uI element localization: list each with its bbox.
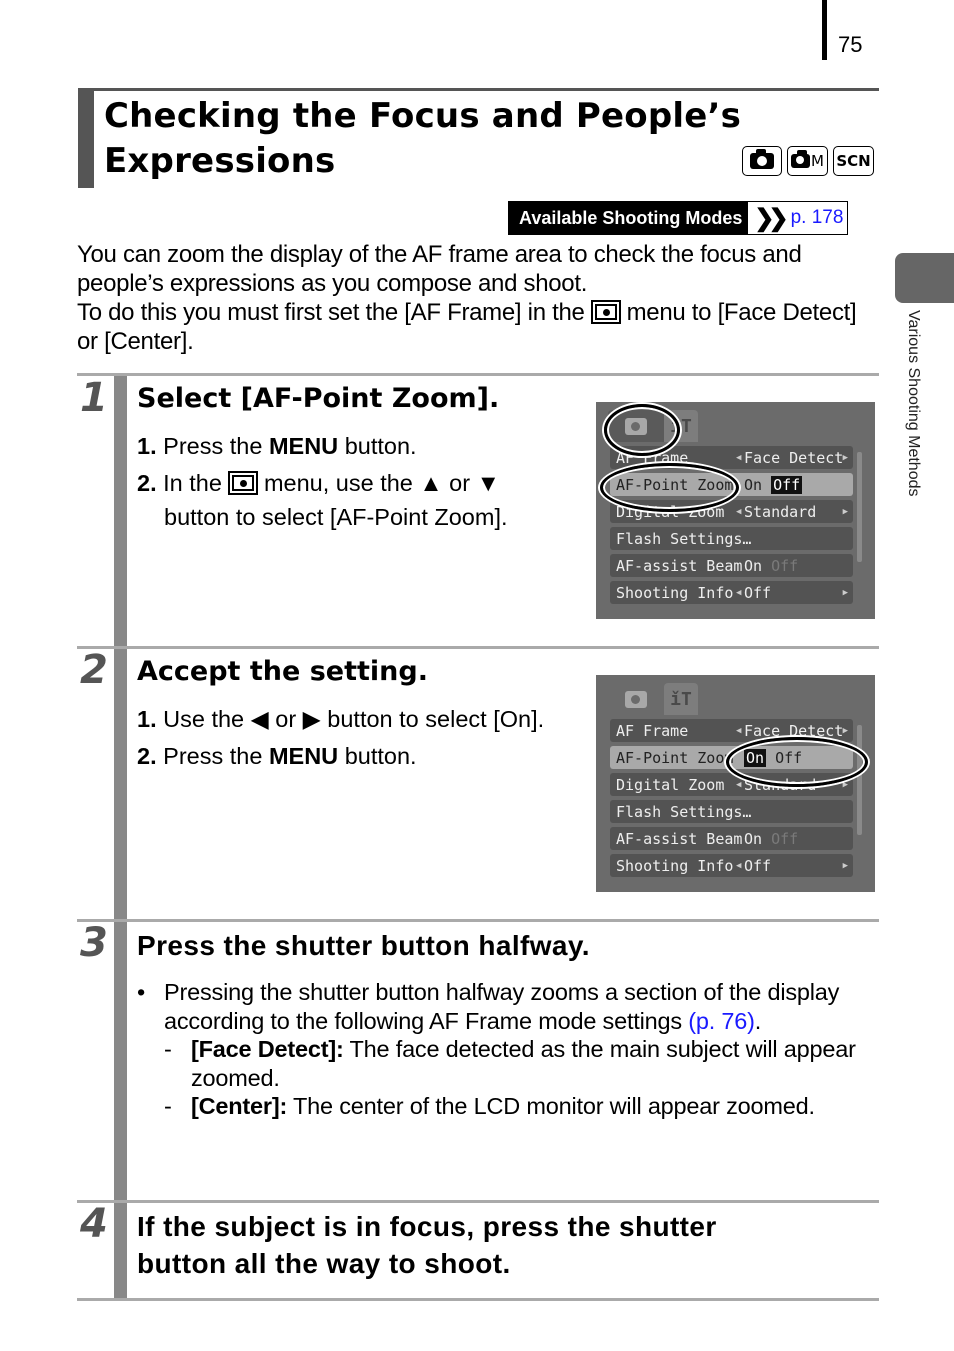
substep: 2. Press the MENU button. — [137, 743, 417, 769]
menu-row: Flash Settings… — [610, 800, 853, 823]
page-title-line2: Expressions — [104, 141, 336, 181]
highlight-oval — [726, 737, 868, 787]
intro-text: You can zoom the display of the AF frame… — [77, 240, 877, 356]
step-divider — [77, 1200, 879, 1203]
available-modes-ref[interactable]: ❯❯ p. 178 — [748, 202, 848, 234]
bullet-dot: • — [137, 979, 146, 1005]
intro-paragraph-2: To do this you must first set the [AF Fr… — [77, 299, 857, 355]
page-number-rule — [822, 0, 827, 60]
substep: 1. Press the MENU button. — [137, 433, 417, 459]
highlight-oval — [604, 404, 680, 456]
menu-scrollbar — [857, 452, 862, 562]
setup-tab-icon: ǐT — [664, 683, 698, 715]
intro-paragraph-1: You can zoom the display of the AF frame… — [77, 241, 802, 297]
menu-row: AF-assist Beam On Off — [610, 827, 853, 850]
step-divider — [77, 646, 879, 649]
step-number: 4 — [80, 1201, 108, 1247]
sub-item: - [Face Detect]: The face detected as th… — [164, 1036, 856, 1091]
step-divider — [77, 373, 879, 376]
menu-scrollbar — [857, 725, 862, 835]
highlight-oval — [600, 463, 739, 512]
step-bullet: • Pressing the shutter button halfway zo… — [137, 979, 856, 1119]
page-number: 75 — [838, 32, 863, 57]
step-title: If the subject is in focus, press the sh… — [137, 1211, 717, 1279]
step-bar — [114, 1203, 127, 1298]
section-tab-label: Various Shooting Methods — [905, 310, 922, 497]
title-rule — [78, 88, 879, 91]
page-title-line1: Checking the Focus and People’s — [104, 96, 742, 136]
substep: 1. Use the ◀ or ▶ button to select [On]. — [137, 706, 545, 732]
double-chevron-icon: ❯❯ — [754, 204, 788, 232]
sub-item: - [Center]: The center of the LCD monito… — [164, 1093, 815, 1119]
page-reference-link[interactable]: (p. 76) — [688, 1008, 755, 1034]
step-bar — [114, 922, 127, 1200]
menu-row: Flash Settings… — [610, 527, 853, 550]
page-reference-link[interactable]: p. 178 — [791, 207, 844, 229]
camera-menu-screenshot: ǐT AF Frame ◀ Face Detect ▶ AF-Point Zoom On… — [596, 675, 875, 892]
bottom-divider — [77, 1298, 879, 1301]
step-bar — [114, 649, 127, 919]
step-title: Select [AF-Point Zoom]. — [137, 383, 500, 414]
camera-auto-icon — [742, 146, 782, 176]
available-shooting-modes: Available Shooting Modes ❯❯ p. 178 — [508, 201, 849, 235]
camera-tab-icon — [608, 683, 664, 715]
camera-menu-screenshot: ǐT AF Frame ◀ Face Detect ▶ AF-Point Zoom On… — [596, 402, 875, 619]
substep: 2. In the menu, use the ▲ or ▼ button to … — [137, 470, 508, 530]
step-title: Press the shutter button halfway. — [137, 930, 590, 961]
scene-mode-icon: SCN — [833, 146, 874, 176]
menu-row: Shooting Info ◀ Off ▶ — [610, 854, 853, 877]
shooting-menu-icon — [590, 300, 621, 324]
step-number: 3 — [80, 920, 108, 966]
shooting-menu-icon — [227, 471, 258, 495]
step-divider — [77, 919, 879, 922]
menu-row: AF-assist Beam On Off — [610, 554, 853, 577]
shooting-mode-icons: M SCN — [742, 146, 874, 176]
section-tab — [895, 253, 954, 303]
step-title: Accept the setting. — [137, 656, 428, 687]
menu-row: Shooting Info ◀ Off ▶ — [610, 581, 853, 604]
available-modes-label: Available Shooting Modes — [509, 202, 749, 234]
step-bar — [114, 376, 127, 646]
camera-manual-icon: M — [787, 146, 828, 176]
step-number: 1 — [80, 375, 108, 421]
page-title: Checking the Focus and People’s Expressi… — [104, 94, 741, 184]
step-number: 2 — [80, 647, 108, 693]
title-accent-bar — [78, 91, 94, 188]
